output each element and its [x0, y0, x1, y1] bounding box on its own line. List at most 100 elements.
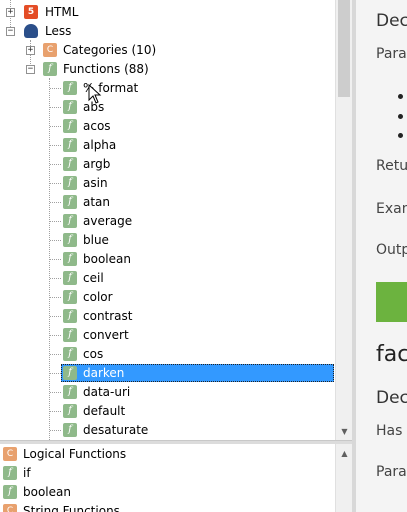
function-item[interactable]: f abs [0, 98, 335, 117]
list-item-label: Logical Functions [23, 447, 127, 461]
function-icon: f [63, 81, 77, 95]
bullet-icon [398, 133, 403, 138]
mouse-cursor-icon [88, 84, 102, 104]
expand-icon[interactable]: + [6, 8, 15, 17]
function-icon: f [63, 100, 77, 114]
tree-scrollbar[interactable]: ▼ [335, 0, 353, 440]
tree-item-label: HTML [45, 5, 79, 19]
example-button[interactable] [376, 282, 407, 322]
html5-icon: 5 [24, 5, 38, 19]
scroll-down-icon[interactable]: ▼ [336, 424, 353, 440]
function-label: ceil [83, 271, 104, 285]
detail-heading: Dec [376, 11, 407, 31]
function-item[interactable]: f boolean [0, 250, 335, 269]
detail-text: Para [376, 46, 407, 62]
function-label: boolean [83, 252, 131, 266]
function-item[interactable]: f blue [0, 231, 335, 250]
function-label: data-uri [83, 385, 131, 399]
function-item[interactable]: f average [0, 212, 335, 231]
tree-guide-line [50, 126, 61, 127]
tree-guide-line [50, 221, 61, 222]
list-item-label: String Functions [23, 504, 120, 512]
function-icon: f [3, 485, 17, 499]
collapse-icon[interactable]: − [26, 65, 35, 74]
bullet-icon [398, 114, 403, 119]
list-item[interactable]: C Logical Functions [0, 445, 335, 464]
list-item-label: if [23, 466, 31, 480]
function-item[interactable]: f ceil [0, 269, 335, 288]
function-item[interactable]: f cos [0, 345, 335, 364]
function-label: darken [83, 366, 125, 380]
tree-item-categories[interactable]: + C Categories (10) [0, 41, 335, 60]
tree-item-less[interactable]: − Less [0, 22, 335, 41]
scroll-up-icon[interactable]: ▲ [336, 446, 353, 462]
function-icon: f [63, 328, 77, 342]
collapse-icon[interactable]: − [6, 27, 15, 36]
function-label: alpha [83, 138, 117, 152]
tree-item-functions[interactable]: − f Functions (88) [0, 60, 335, 79]
function-item[interactable]: f convert [0, 326, 335, 345]
detail-heading: Dec [376, 388, 407, 408]
less-icon [24, 24, 38, 38]
function-item[interactable]: f desaturate [0, 421, 335, 440]
function-icon: f [63, 233, 77, 247]
function-item[interactable]: f% format [0, 79, 335, 98]
tree-item-label: Less [45, 24, 72, 38]
function-item[interactable]: f asin [0, 174, 335, 193]
function-icon: f [63, 176, 77, 190]
tree-guide-line [50, 88, 61, 89]
function-label: cos [83, 347, 104, 361]
tree-guide-line [50, 278, 61, 279]
function-icon: f [63, 385, 77, 399]
expand-icon[interactable]: + [26, 46, 35, 55]
scrollbar-thumb[interactable] [338, 0, 350, 97]
function-item[interactable]: f default [0, 402, 335, 421]
list-item[interactable]: C String Functions [0, 502, 335, 512]
function-icon: f [63, 195, 77, 209]
category-icon: C [3, 447, 17, 461]
category-icon: C [43, 43, 57, 57]
related-list[interactable]: C Logical Functions f if f boolean C Str… [0, 444, 335, 512]
function-item[interactable]: f acos [0, 117, 335, 136]
detail-title: fac [376, 342, 407, 367]
function-icon: f [63, 214, 77, 228]
list-item[interactable]: f if [0, 464, 335, 483]
tree-guide-line [50, 411, 61, 412]
tree-guide-line [50, 202, 61, 203]
detail-text: Exam [376, 201, 407, 217]
function-icon: f [63, 347, 77, 361]
function-item[interactable]: f atan [0, 193, 335, 212]
detail-panel: Dec Para Retu Exam Outp fac Dec Has Para [356, 0, 407, 512]
function-label: acos [83, 119, 111, 133]
function-icon: f [63, 309, 77, 323]
function-item[interactable]: f color [0, 288, 335, 307]
tree-guide-line [50, 354, 61, 355]
function-item[interactable]: f alpha [0, 136, 335, 155]
function-item[interactable]: f darken [0, 364, 335, 383]
function-label: argb [83, 157, 111, 171]
function-icon: f [63, 290, 77, 304]
function-label: convert [83, 328, 129, 342]
category-icon: C [3, 504, 17, 512]
tree-item-html[interactable]: + 5 HTML [0, 3, 335, 22]
tree-view[interactable]: + 5 HTML − Less + C Categories (10) − f … [0, 0, 335, 440]
tree-guide-line [50, 373, 61, 374]
function-icon: f [63, 404, 77, 418]
tree-guide-line [50, 259, 61, 260]
function-icon: f [43, 62, 57, 76]
function-icon: f [63, 138, 77, 152]
tree-guide-line [50, 297, 61, 298]
function-label: desaturate [83, 423, 149, 437]
function-item[interactable]: f data-uri [0, 383, 335, 402]
list-item-label: boolean [23, 485, 71, 499]
list-scrollbar[interactable]: ▲ [335, 444, 353, 512]
function-item[interactable]: f contrast [0, 307, 335, 326]
list-item[interactable]: f boolean [0, 483, 335, 502]
function-label: asin [83, 176, 108, 190]
function-label: blue [83, 233, 109, 247]
function-label: average [83, 214, 133, 228]
function-icon: f [63, 271, 77, 285]
detail-text: Retu [376, 158, 407, 174]
tree-item-label: Functions (88) [63, 62, 149, 76]
function-item[interactable]: f argb [0, 155, 335, 174]
